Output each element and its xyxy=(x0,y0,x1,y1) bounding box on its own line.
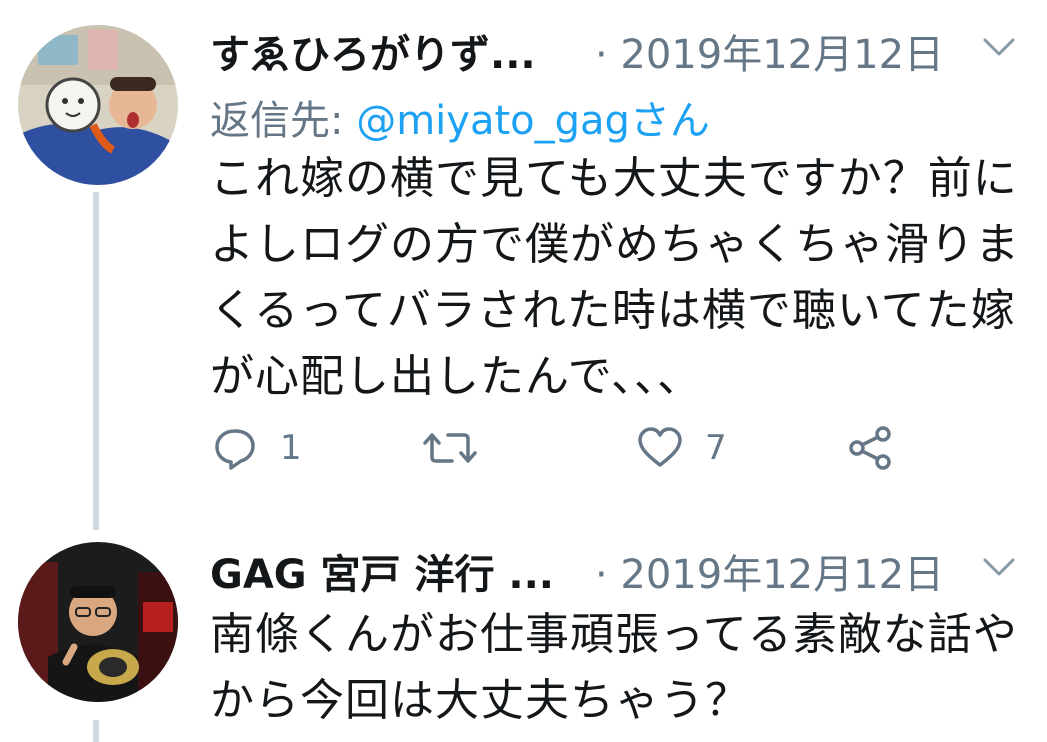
author-name[interactable]: GAG 宮戸 洋行 ... xyxy=(210,542,554,600)
reply-count: 1 xyxy=(280,428,302,468)
avatar-photo xyxy=(18,542,178,702)
tweet[interactable]: GAG 宮戸 洋行 ... · 2019年12月12日 南條くんがお仕事頑張って… xyxy=(0,530,1047,742)
avatar[interactable] xyxy=(18,542,178,702)
retweet-icon xyxy=(423,433,477,463)
replying-to-label: 返信先: xyxy=(210,98,357,144)
tweet-text-line: から今回は大丈夫ちゃう？ xyxy=(210,675,750,726)
like-button[interactable]: 7 xyxy=(635,418,727,478)
tweet-text: 南條くんがお仕事頑張ってる素敵な話や から今回は大丈夫ちゃう？ xyxy=(210,602,1030,734)
retweet-button[interactable] xyxy=(420,418,480,478)
chevron-down-icon[interactable] xyxy=(981,32,1017,62)
tweet-text-line: よしログの方で僕がめちゃくちゃ滑りま xyxy=(210,219,1020,270)
reply-handle-link[interactable]: @miyato_gagさん xyxy=(356,98,710,144)
share-icon xyxy=(849,426,891,470)
reply-icon xyxy=(215,429,255,470)
author-name[interactable]: すゑひろがりず... xyxy=(210,22,536,80)
tweet-header: GAG 宮戸 洋行 ... · 2019年12月12日 xyxy=(210,542,1047,602)
tweet-text-line: くるってバラされた時は横で聴いてた嫁 xyxy=(210,285,1016,336)
tweet-actions: 1 7 xyxy=(210,418,1010,478)
avatar[interactable] xyxy=(18,25,178,185)
replying-to: 返信先: @miyato_gagさん xyxy=(210,88,710,146)
like-count: 7 xyxy=(705,428,727,468)
tweet-text-line: が心配し出したんで、、、 xyxy=(210,351,703,402)
thread-line xyxy=(93,720,99,742)
tweet-header: すゑひろがりず... · 2019年12月12日 xyxy=(210,22,1047,82)
tweet-date[interactable]: · 2019年12月12日 xyxy=(595,542,944,600)
tweet-date[interactable]: · 2019年12月12日 xyxy=(595,22,944,80)
tweet-text-line: 南條くんがお仕事頑張ってる素敵な話や xyxy=(210,609,1018,660)
thread-line xyxy=(93,192,99,530)
reply-button[interactable]: 1 xyxy=(210,418,302,478)
tweet-text-line: これ嫁の横で見ても大丈夫ですか？前に xyxy=(210,153,1018,204)
tweet[interactable]: すゑひろがりず... · 2019年12月12日 返信先: @miyato_ga… xyxy=(0,0,1047,530)
chevron-down-icon[interactable] xyxy=(981,552,1017,582)
heart-icon xyxy=(638,427,682,467)
avatar-photo xyxy=(18,25,178,185)
tweet-text: これ嫁の横で見ても大丈夫ですか？前に よしログの方で僕がめちゃくちゃ滑りま くる… xyxy=(210,146,1030,410)
share-button[interactable] xyxy=(845,418,895,478)
